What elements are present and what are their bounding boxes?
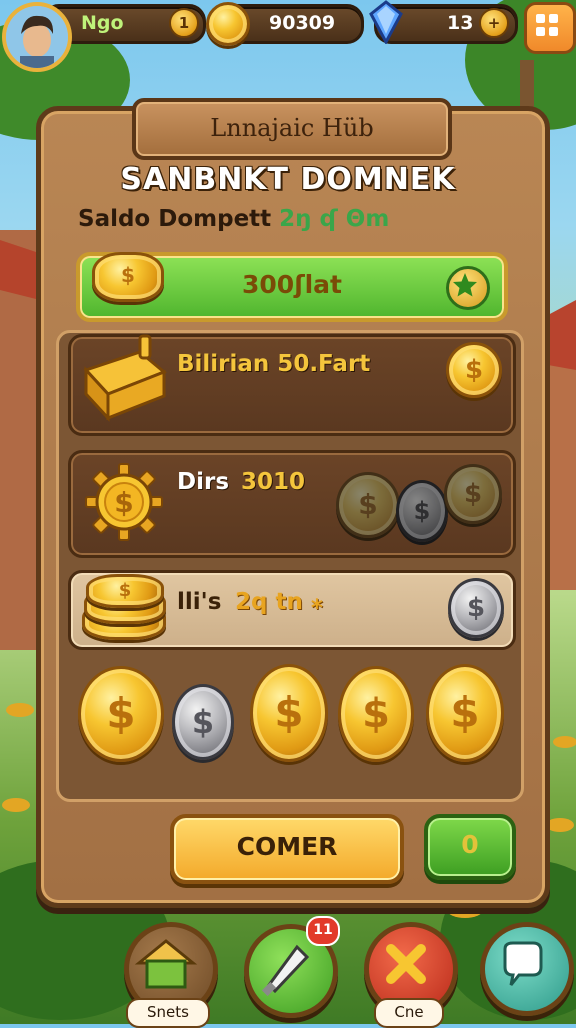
panel-headline: SANBNKT DOMNEK [120, 162, 456, 197]
coin-total: 90309 [269, 12, 336, 34]
count-button[interactable]: 0 [424, 814, 516, 880]
menu-button[interactable] [524, 2, 576, 54]
coin-gear-glyph: $ [114, 486, 133, 519]
coin-stack-icon [206, 2, 250, 46]
reward-row-stack-value: 2q tn ⁎ [235, 589, 323, 615]
coin-pile-icon: $ [92, 252, 164, 302]
coin-stack-top-icon: $ [86, 574, 164, 608]
player-level-badge: 1 [169, 8, 199, 38]
row2-coin-dim-3: $ [444, 464, 502, 524]
rack-coin-1[interactable]: $ [78, 666, 164, 762]
row3-silver-coin: $ [448, 578, 504, 638]
gem-icon [369, 0, 403, 44]
row2-coin-dim-1: $ [336, 472, 400, 538]
rack-coin-2[interactable]: $ [172, 684, 234, 760]
player-avatar[interactable] [2, 2, 72, 72]
grid-menu-icon [536, 14, 558, 36]
reward-row-stack-prefix: lli's [177, 589, 222, 615]
rack-coin-5[interactable]: $ [426, 664, 504, 762]
close-icon [386, 944, 426, 984]
row2-coin-dim-2: $ [396, 480, 448, 542]
rack-coin-3[interactable]: $ [250, 664, 328, 762]
treasure-chest-icon [83, 334, 167, 422]
wallet-balance-value: 2ŋ ʠ Θm [279, 206, 390, 232]
house-icon [134, 939, 198, 989]
chat-bubble-icon [503, 941, 543, 986]
player-name: Ngo [81, 12, 124, 34]
reward-row-gear-value: 3010 [241, 469, 306, 495]
wallet-balance-caption: Saldo Dompett 2ŋ ʠ Θm [78, 206, 389, 232]
primary-action-button[interactable]: COMER [170, 814, 404, 884]
panel-title: Lnnajaic Hüb [132, 98, 452, 160]
star-icon[interactable] [446, 266, 490, 310]
gem-total: 13 [447, 12, 474, 34]
reward-row-gear-prefix: Dirs [177, 469, 230, 495]
row1-coin-icon: $ [446, 342, 502, 398]
player-portrait-icon [6, 6, 68, 68]
wallet-balance-label: Saldo Dompett [78, 206, 272, 232]
star-glyph-icon [453, 273, 477, 297]
gem-add-badge[interactable]: + [479, 8, 509, 38]
nav-chat-button[interactable] [480, 922, 574, 1016]
coin-gear-icon: $ [85, 463, 163, 541]
reward-row-chest-label: Bilirian 50.Fart [177, 351, 371, 377]
rack-coin-4[interactable]: $ [338, 666, 414, 762]
notification-badge: 11 [306, 916, 340, 946]
